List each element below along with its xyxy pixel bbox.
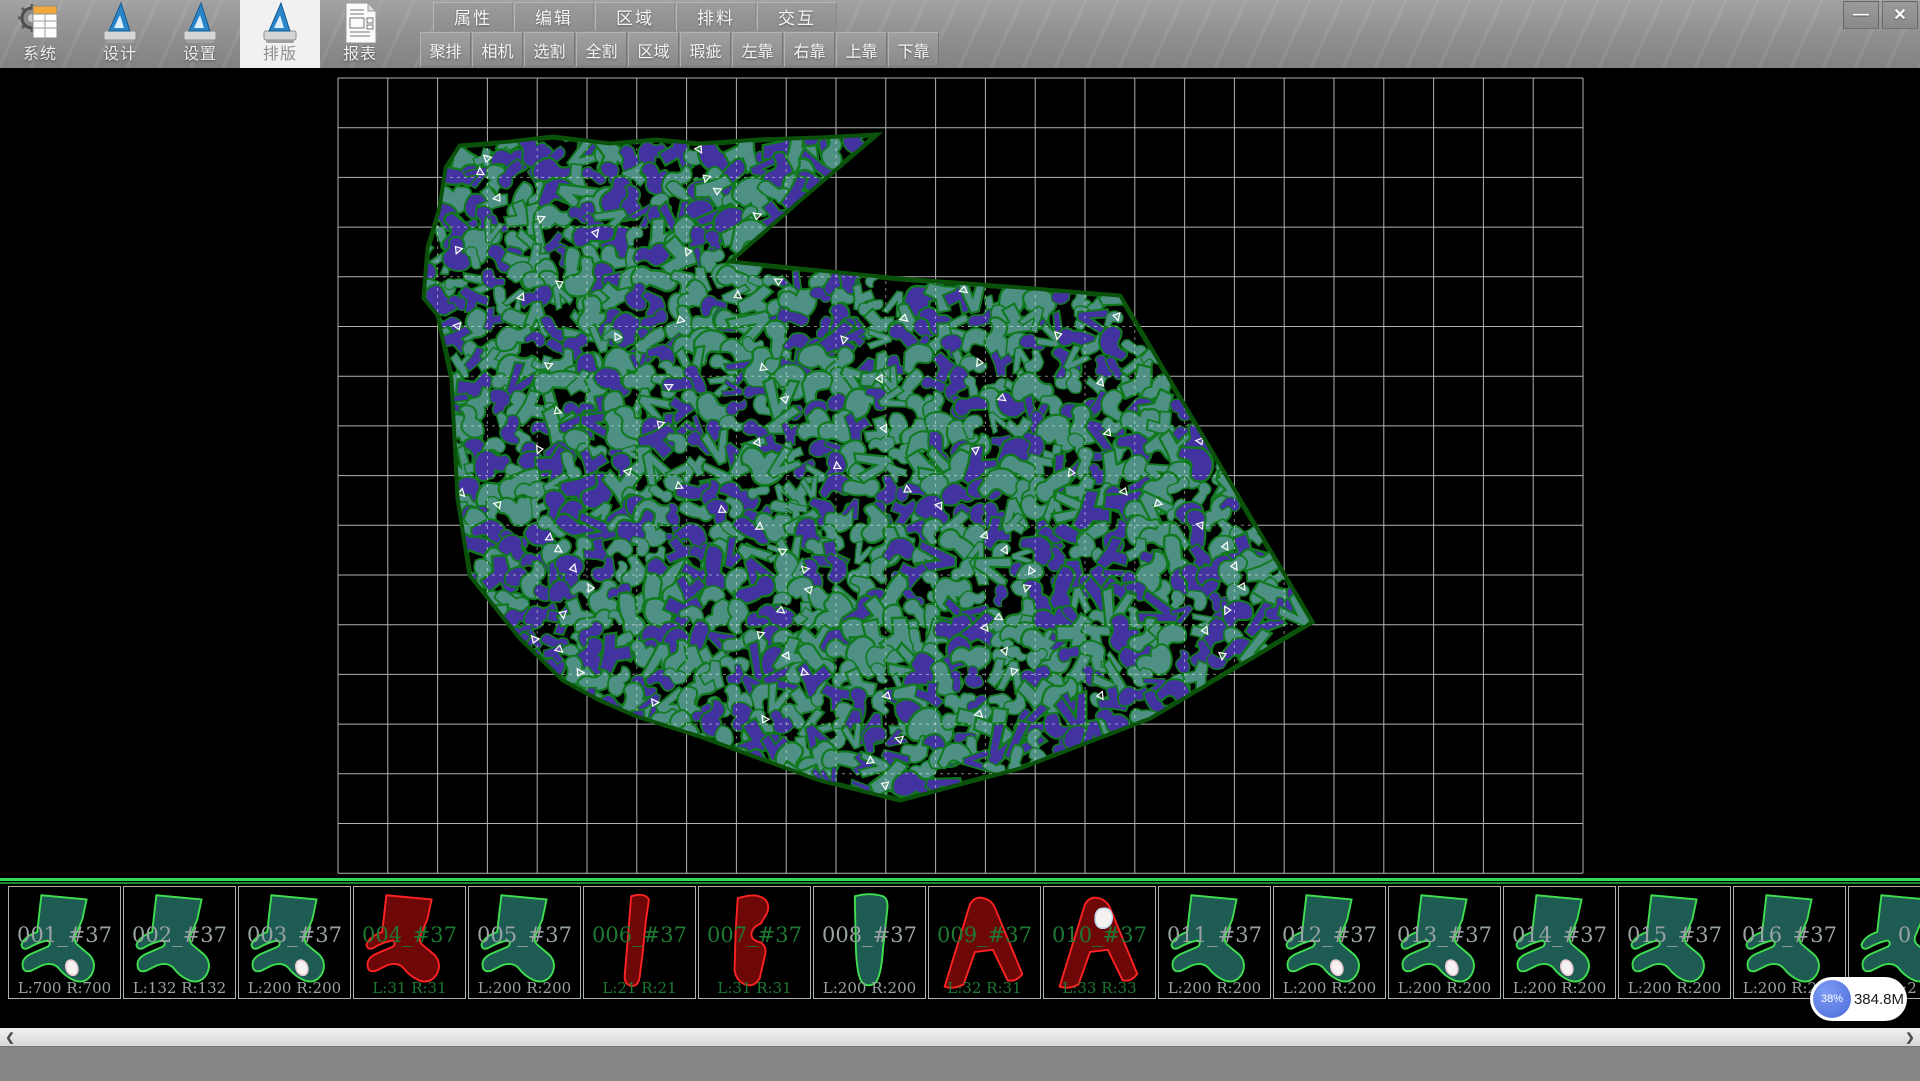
piece-lr-count-label: L:200 R:200: [814, 979, 925, 997]
toolbar-tab-排版[interactable]: 排版: [240, 0, 320, 68]
piece-id-label: 005_#37: [469, 923, 580, 947]
tool-button-全割[interactable]: 全割: [576, 32, 627, 67]
piece-id-label: 010_#37: [1044, 923, 1155, 947]
piece-lr-count-label: L:200 R:200: [1274, 979, 1385, 997]
minimize-button[interactable]: —: [1843, 1, 1879, 29]
piece-lr-count-label: L:132 R:132: [124, 979, 235, 997]
piece-tile[interactable]: 002_#37 L:132 R:132: [123, 886, 236, 999]
scroll-left-arrow-icon[interactable]: ❮: [2, 1029, 18, 1046]
report-doc-icon: [337, 1, 383, 45]
piece-tile[interactable]: 011_#37 L:200 R:200: [1158, 886, 1271, 999]
menu-row-top: 属性编辑区域排料交互: [433, 2, 838, 31]
progress-indicator: 38% 384.8M: [1810, 977, 1907, 1021]
piece-id-label: 007_#37: [699, 923, 810, 947]
piece-tile[interactable]: 015_#37 L:200 R:200: [1618, 886, 1731, 999]
piece-id-label: 003_#37: [239, 923, 350, 947]
toolbar-tab-label: 设置: [183, 45, 217, 65]
status-bar: [0, 1046, 1920, 1081]
piece-id-label: 004_#37: [354, 923, 465, 947]
tool-button-上靠[interactable]: 上靠: [836, 32, 887, 67]
tool-button-左靠[interactable]: 左靠: [732, 32, 783, 67]
piece-lr-count-label: L:33 R:33: [1044, 979, 1155, 997]
piece-tile[interactable]: 013_#37 L:200 R:200: [1388, 886, 1501, 999]
piece-lr-count-label: L:200 R:200: [1159, 979, 1270, 997]
piece-id-label: 012_#37: [1274, 923, 1385, 947]
piece-lr-count-label: L:31 R:31: [354, 979, 465, 997]
piece-tile[interactable]: 012_#37 L:200 R:200: [1273, 886, 1386, 999]
menu-row-bottom: 聚排相机选割全割区域瑕疵左靠右靠上靠下靠: [420, 32, 940, 67]
piece-tile[interactable]: 014_#37 L:200 R:200: [1503, 886, 1616, 999]
toolbar-tab-label: 系统: [23, 45, 57, 65]
piece-id-label: 014_#37: [1504, 923, 1615, 947]
main-tab-bar: 系统 设计 设置 排版 报表: [0, 0, 400, 68]
strip-separator-line: [0, 878, 1920, 881]
tool-button-选割[interactable]: 选割: [524, 32, 575, 67]
piece-id-label: 011_#37: [1159, 923, 1270, 947]
piece-lr-count-label: L:200 R:200: [1619, 979, 1730, 997]
tool-button-相机[interactable]: 相机: [472, 32, 523, 67]
horizontal-scrollbar[interactable]: ❮ ❯: [0, 1028, 1920, 1046]
strip-separator-line-2: [0, 882, 1920, 884]
piece-id-label: 002_#37: [124, 923, 235, 947]
piece-lr-count-label: L:32 R:31: [929, 979, 1040, 997]
piece-lr-count-label: L:700 R:700: [9, 979, 120, 997]
piece-tile[interactable]: 003_#37 L:200 R:200: [238, 886, 351, 999]
menu-button-属性[interactable]: 属性: [433, 2, 513, 31]
piece-id-label: 016_#37: [1734, 923, 1845, 947]
piece-lr-count-label: L:31 R:31: [699, 979, 810, 997]
window-controls: — ✕: [1840, 1, 1918, 29]
set-square-icon: [257, 1, 303, 45]
set-square-icon: [97, 1, 143, 45]
nesting-layout-drawing: [0, 68, 1920, 878]
piece-thumbnail-strip: 001_#37L:700 R:700002_#37L:132 R:132003_…: [8, 886, 1920, 1001]
titlebar: 系统设计设置排版报表 属性编辑区域排料交互 聚排相机选割全割区域瑕疵左靠右靠上靠…: [0, 0, 1920, 68]
piece-tile[interactable]: 005_#37 L:200 R:200: [468, 886, 581, 999]
toolbar-tab-label: 设计: [103, 45, 137, 65]
piece-tile[interactable]: 009_#37 L:32 R:31: [928, 886, 1041, 999]
piece-tile[interactable]: 004_#37 L:31 R:31: [353, 886, 466, 999]
menu-button-区域[interactable]: 区域: [595, 2, 675, 31]
tool-button-区域[interactable]: 区域: [628, 32, 679, 67]
toolbar-tab-设置[interactable]: 设置: [160, 0, 240, 68]
menu-button-编辑[interactable]: 编辑: [514, 2, 594, 31]
piece-id-label: 0: [1849, 923, 1920, 947]
menu-button-交互[interactable]: 交互: [757, 2, 837, 31]
piece-tile[interactable]: 006_#37 L:21 R:21: [583, 886, 696, 999]
memory-usage-label: 384.8M: [1851, 991, 1907, 1008]
piece-tile[interactable]: 007_#37 L:31 R:31: [698, 886, 811, 999]
toolbar-tab-设计[interactable]: 设计: [80, 0, 160, 68]
tool-button-聚排[interactable]: 聚排: [420, 32, 471, 67]
piece-tile[interactable]: 008_#37 L:200 R:200: [813, 886, 926, 999]
piece-id-label: 006_#37: [584, 923, 695, 947]
piece-id-label: 015_#37: [1619, 923, 1730, 947]
piece-lr-count-label: L:200 R:200: [239, 979, 350, 997]
nesting-canvas[interactable]: [0, 68, 1920, 878]
piece-id-label: 009_#37: [929, 923, 1040, 947]
gear-doc-icon: [17, 1, 63, 45]
close-button[interactable]: ✕: [1882, 1, 1918, 29]
tool-button-右靠[interactable]: 右靠: [784, 32, 835, 67]
menu-button-排料[interactable]: 排料: [676, 2, 756, 31]
toolbar-tab-系统[interactable]: 系统: [0, 0, 80, 68]
piece-id-label: 001_#37: [9, 923, 120, 947]
toolbar-tab-报表[interactable]: 报表: [320, 0, 400, 68]
piece-id-label: 013_#37: [1389, 923, 1500, 947]
tool-button-下靠[interactable]: 下靠: [888, 32, 939, 67]
piece-tile[interactable]: 001_#37 L:700 R:700: [8, 886, 121, 999]
toolbar-tab-label: 排版: [263, 45, 297, 65]
piece-lr-count-label: L:200 R:200: [1389, 979, 1500, 997]
tool-button-瑕疵[interactable]: 瑕疵: [680, 32, 731, 67]
toolbar-tab-label: 报表: [343, 45, 377, 65]
piece-lr-count-label: L:21 R:21: [584, 979, 695, 997]
progress-percent-badge: 38%: [1813, 980, 1851, 1018]
piece-lr-count-label: L:200 R:200: [469, 979, 580, 997]
set-square-icon: [177, 1, 223, 45]
piece-lr-count-label: L:200 R:200: [1504, 979, 1615, 997]
scroll-right-arrow-icon[interactable]: ❯: [1902, 1029, 1918, 1046]
piece-id-label: 008_#37: [814, 923, 925, 947]
piece-tile[interactable]: 010_#37 L:33 R:33: [1043, 886, 1156, 999]
